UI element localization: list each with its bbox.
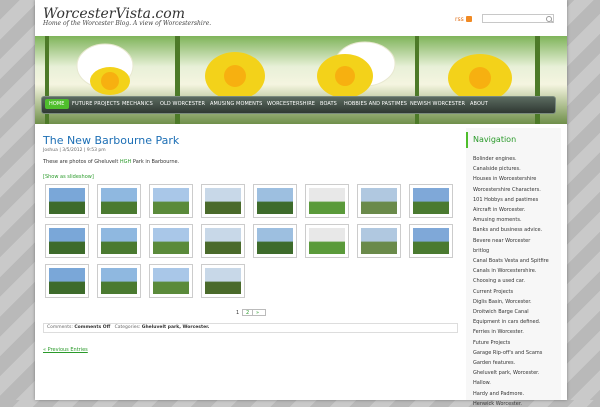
photo-image (257, 228, 293, 254)
photo-thumbnail[interactable] (201, 224, 245, 258)
sidebar-link[interactable]: Gheluvelt park, Worcester. (473, 370, 539, 376)
slideshow-link[interactable]: [Show as slideshow] (43, 174, 94, 180)
sidebar-link[interactable]: Aircraft in Worcester. (473, 207, 525, 213)
search-input[interactable] (482, 14, 554, 23)
sidebar-link[interactable]: 101 Hobbys and pastimes (473, 197, 538, 203)
photo-image (101, 228, 137, 254)
comments-label: Comments: (47, 325, 73, 330)
photo-image (205, 268, 241, 294)
photo-thumbnail[interactable] (45, 184, 89, 218)
photo-image (205, 228, 241, 254)
rss-label: rss (455, 16, 464, 23)
rss-link[interactable]: rss (455, 16, 472, 23)
sidebar-link[interactable]: Canals in Worcestershire. (473, 268, 536, 274)
nav-about[interactable]: About (470, 101, 488, 107)
nav-future-projects[interactable]: Future Projects (72, 101, 120, 107)
photo-image (153, 188, 189, 214)
nav-newish-worcester[interactable]: Newish Worcester (410, 101, 465, 107)
sidebar-link[interactable]: Hardy and Padmore. (473, 391, 524, 397)
sidebar-link[interactable]: Droitwich Barge Canal (473, 309, 529, 315)
post-footer: Comments: Comments Off Categories: Ghelu… (43, 323, 458, 333)
photo-thumbnail[interactable] (149, 184, 193, 218)
photo-image (257, 188, 293, 214)
sidebar-link[interactable]: Garden features. (473, 360, 515, 366)
main-nav: Home Future Projects Mechanics Old Worce… (41, 96, 556, 114)
nav-hobbies[interactable]: Hobbies and Pastimes (344, 101, 407, 107)
nav-mechanics[interactable]: Mechanics (122, 101, 153, 107)
sidebar-link[interactable]: Worcestershire Characters. (473, 187, 541, 193)
sidebar-link[interactable]: Canalside pictures. (473, 166, 521, 172)
nav-home[interactable]: Home (45, 99, 69, 109)
photo-image (153, 268, 189, 294)
photo-thumbnail[interactable] (149, 264, 193, 298)
photo-thumbnail[interactable] (357, 184, 401, 218)
sidebar-link[interactable]: Choosing a used car. (473, 278, 525, 284)
photo-image (49, 228, 85, 254)
photo-thumbnail[interactable] (97, 264, 141, 298)
post-meta: Joshua | 3/5/2012 | 9:53 pm (43, 148, 106, 153)
post-text: These are photos of Gheluvelt HGH Park i… (43, 159, 179, 165)
photo-thumbnail[interactable] (305, 224, 349, 258)
photo-thumbnail[interactable] (357, 224, 401, 258)
photo-thumbnail[interactable] (149, 224, 193, 258)
nav-boats[interactable]: Boats (320, 101, 337, 107)
photo-image (413, 228, 449, 254)
photo-image (309, 228, 345, 254)
search-icon[interactable] (546, 16, 552, 22)
rss-icon (465, 16, 472, 22)
sidebar-link[interactable]: Banks and business advice. (473, 227, 542, 233)
nav-amusing-moments[interactable]: Amusing Moments (210, 101, 262, 107)
sidebar-link[interactable]: Future Projects (473, 340, 510, 346)
photo-image (361, 188, 397, 214)
sidebar-link[interactable]: Bevere near Worcester (473, 238, 530, 244)
photo-thumbnail[interactable] (305, 184, 349, 218)
photo-image (101, 188, 137, 214)
post-title[interactable]: The New Barbourne Park (43, 134, 179, 147)
sidebar-link[interactable]: Henwick Worcester. (473, 401, 522, 407)
sidebar-link[interactable]: britlog (473, 248, 489, 254)
sidebar-link[interactable]: Equipment in cars defined. (473, 319, 540, 325)
photo-thumbnail[interactable] (201, 264, 245, 298)
post-text-highlight[interactable]: HGH (120, 159, 131, 165)
sidebar-heading: Navigation (466, 132, 561, 148)
sidebar-link[interactable]: Canal Boats Vesta and Spitfire (473, 258, 549, 264)
photo-thumbnail[interactable] (201, 184, 245, 218)
sidebar-link[interactable]: Current Projects (473, 289, 513, 295)
photo-thumbnail[interactable] (45, 264, 89, 298)
photo-image (205, 188, 241, 214)
photo-image (309, 188, 345, 214)
photo-thumbnail[interactable] (97, 224, 141, 258)
photo-thumbnail[interactable] (253, 184, 297, 218)
photo-image (101, 268, 137, 294)
post-text-before: These are photos of Gheluvelt (43, 159, 120, 165)
sidebar-link[interactable]: Houses in Worcestershire (473, 176, 536, 182)
comments-value: Comments Off (74, 325, 111, 330)
post-text-after: Park in Barbourne. (131, 159, 180, 165)
site-description: Home of the Worcester Blog. A view of Wo… (43, 20, 212, 27)
photo-image (413, 188, 449, 214)
photo-thumbnail[interactable] (409, 184, 453, 218)
photo-image (153, 228, 189, 254)
sidebar-link[interactable]: Ferries in Worcester. (473, 329, 524, 335)
photo-image (361, 228, 397, 254)
photo-thumbnail[interactable] (253, 224, 297, 258)
photo-thumbnail[interactable] (409, 224, 453, 258)
sidebar-link[interactable]: Hallow. (473, 380, 491, 386)
categories-label: Categories: (114, 325, 141, 330)
categories-value[interactable]: Gheluvelt park, Worcester. (142, 325, 210, 330)
previous-entries-link[interactable]: « Previous Entries (43, 347, 88, 353)
photo-thumbnail[interactable] (97, 184, 141, 218)
photo-thumbnail[interactable] (45, 224, 89, 258)
sidebar-link[interactable]: Bolinder engines. (473, 156, 517, 162)
nav-worcestershire[interactable]: Worcestershire (267, 101, 315, 107)
sidebar-link[interactable]: Amusing moments. (473, 217, 522, 223)
photo-image (49, 268, 85, 294)
sidebar-link[interactable]: Garage Rip-off's and Scams (473, 350, 542, 356)
pager-next[interactable]: » (252, 309, 266, 316)
pager-current: 1 (236, 310, 240, 316)
nav-old-worcester[interactable]: Old Worcester (160, 101, 205, 107)
sidebar-link[interactable]: Diglis Basin, Worcester. (473, 299, 532, 305)
photo-image (49, 188, 85, 214)
